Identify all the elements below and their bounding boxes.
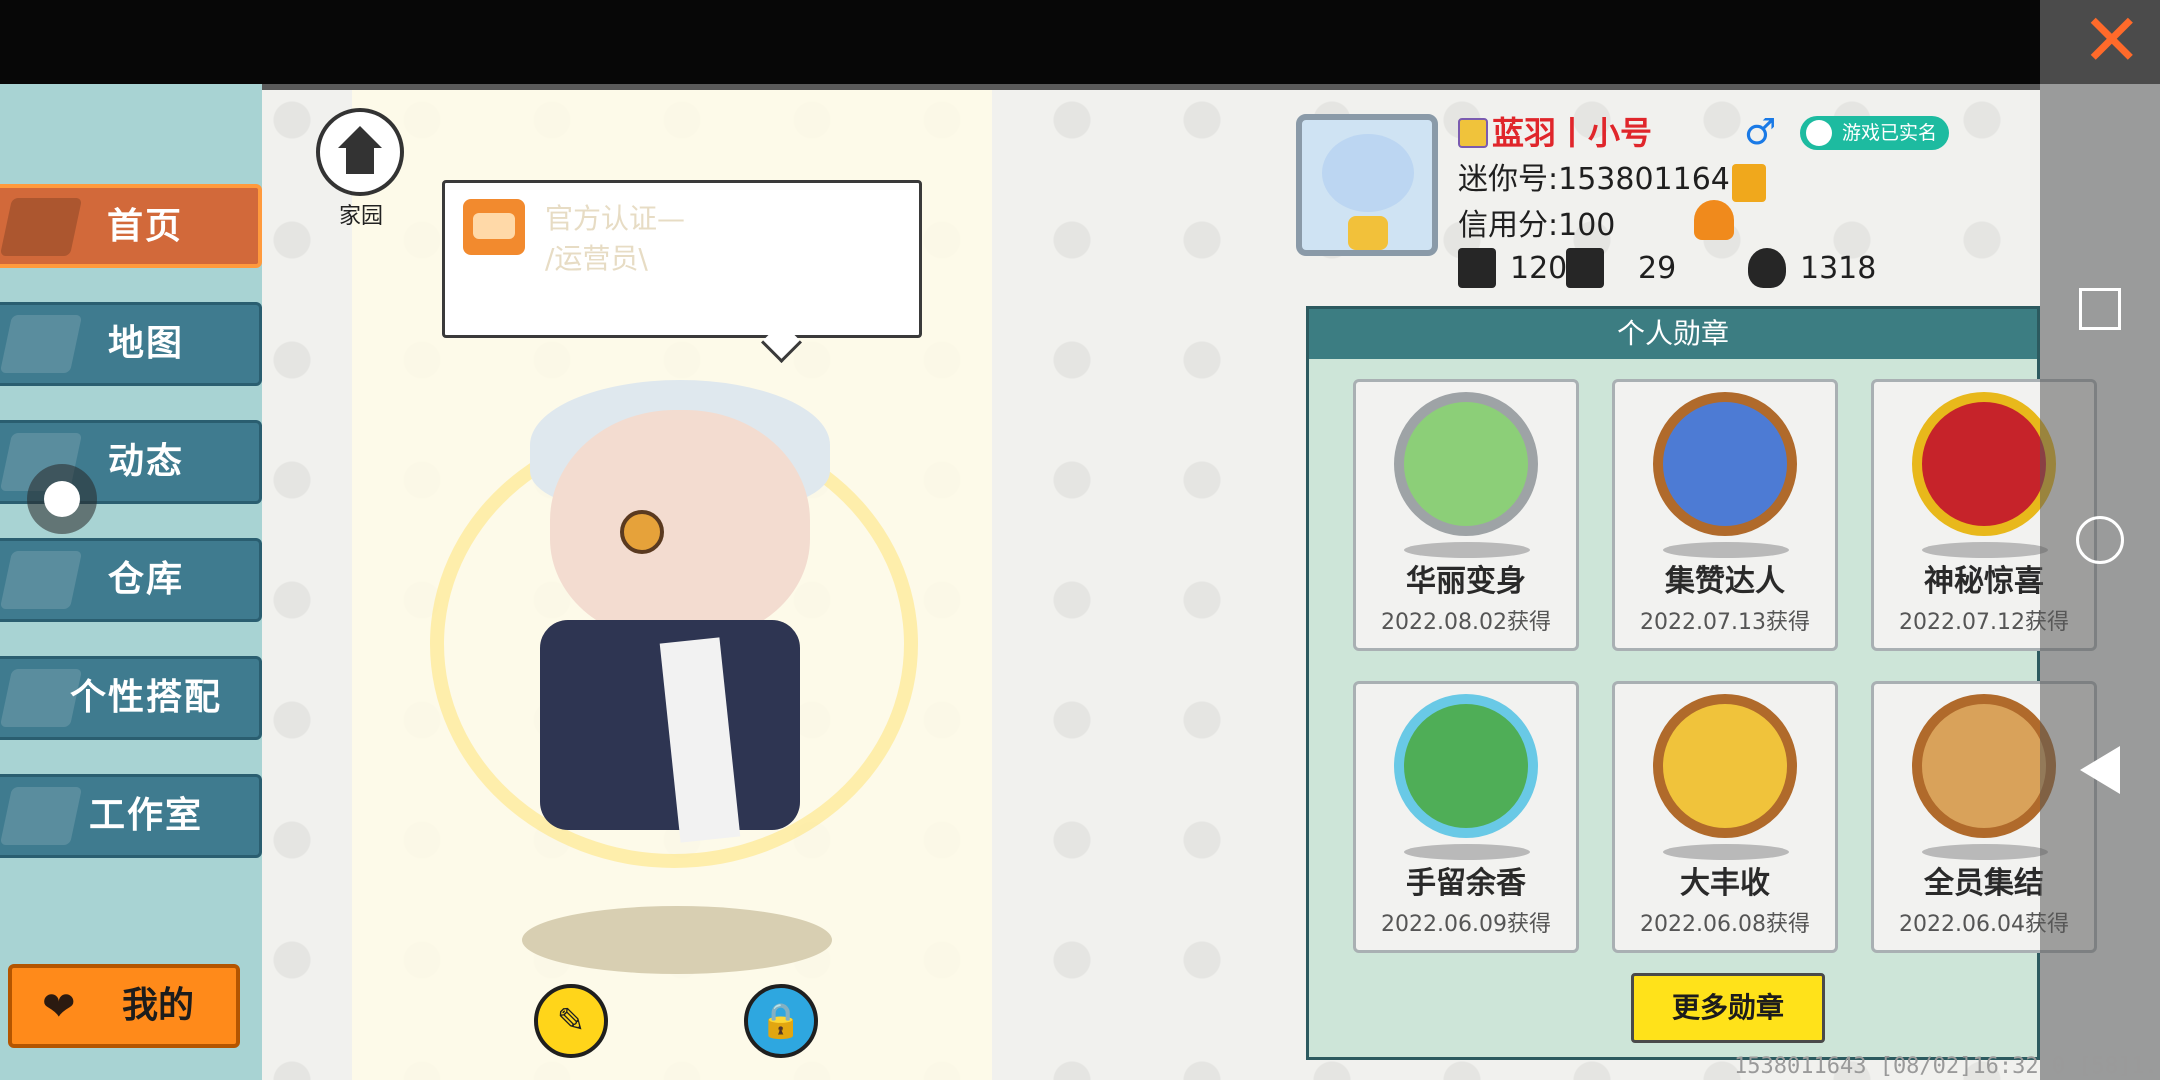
medal-icon: [1653, 694, 1797, 838]
heart-icon: ❤: [42, 984, 76, 1030]
medal-stand: [1663, 844, 1789, 860]
medal-icon: [1912, 694, 2056, 838]
profile-header: 蓝羽丨小号 ♂ 游戏已实名 迷你号:1538011643 信用分:100 120…: [1296, 106, 2040, 306]
sidebar-item-label: 地图: [107, 323, 184, 364]
copy-icon[interactable]: [1732, 164, 1766, 202]
home-button[interactable]: [316, 108, 404, 196]
home-button-label: 家园: [338, 204, 383, 229]
stat-value: 29: [1638, 251, 1677, 286]
home-system-icon[interactable]: [2076, 516, 2124, 564]
medal-stand: [1922, 844, 2048, 860]
house-icon: [338, 126, 382, 148]
sidebar: 首页 地图 动态 仓库 个性搭配 工作室: [0, 84, 262, 1080]
medal-icon: [1394, 392, 1538, 536]
medal-card[interactable]: 集赞达人 2022.07.13获得: [1612, 379, 1838, 651]
player-avatar[interactable]: [430, 340, 930, 900]
medal-icon: [1394, 694, 1538, 838]
medal-name: 集赞达人: [1665, 564, 1785, 599]
medal-panel: 个人勋章 华丽变身 2022.08.02获得 集赞达人 2022.07.13获得…: [1306, 306, 2097, 1060]
house-icon-body: [346, 148, 374, 174]
sidebar-item-outfit[interactable]: 个性搭配: [0, 656, 262, 740]
medal-panel-title: 个人勋章: [1309, 309, 2037, 359]
mini-id: 迷你号:1538011643: [1458, 162, 1749, 197]
avatar-eye: [620, 510, 664, 554]
sidebar-item-warehouse[interactable]: 仓库: [0, 538, 262, 622]
stat-value: 1318: [1800, 251, 1877, 286]
medal-stand: [1922, 542, 2048, 558]
medal-icon: [1912, 392, 2056, 536]
mine-button-label: 我的: [122, 985, 195, 1026]
medal-name: 手留余香: [1406, 866, 1526, 901]
sidebar-item-studio[interactable]: 工作室: [0, 774, 262, 858]
medal-date: 2022.06.09获得: [1381, 912, 1551, 937]
medal-name: 大丰收: [1680, 866, 1770, 901]
sidebar-item-label: 仓库: [107, 559, 184, 600]
sidebar-item-label: 工作室: [88, 795, 203, 836]
medal-stand: [1404, 844, 1530, 860]
medal-icon: [1653, 392, 1797, 536]
close-area[interactable]: ✕: [2040, 0, 2160, 84]
close-icon[interactable]: ✕: [2082, 4, 2142, 76]
medal-date: 2022.08.02获得: [1381, 610, 1551, 635]
verified-badge: 游戏已实名: [1800, 116, 1950, 150]
speech-bubble: 官方认证— /运营员\: [442, 180, 922, 338]
system-nav-bar: [2040, 84, 2160, 1080]
pencil-icon: ✎: [556, 1001, 586, 1041]
avatar-head: [550, 410, 810, 640]
medal-stand: [1404, 542, 1530, 558]
debug-footer: 1538011643 [08/02]16:32 0 [58]1.16.6: [1734, 1054, 2160, 1079]
friend-card-icon[interactable]: [1694, 200, 1734, 240]
edit-button[interactable]: ✎: [534, 984, 608, 1058]
sidebar-item-label: 个性搭配: [69, 677, 222, 718]
medal-date: 2022.06.08获得: [1640, 912, 1810, 937]
sidebar-item-label: 首页: [106, 206, 183, 247]
fans-icon: [1566, 248, 1604, 288]
floating-assist-button[interactable]: [27, 464, 97, 534]
lock-icon: 🔒: [759, 1001, 803, 1041]
sidebar-item-map[interactable]: 地图: [0, 302, 262, 386]
medal-name: 华丽变身: [1406, 564, 1526, 599]
flame-icon: [1748, 248, 1786, 288]
stat-value: 120: [1510, 251, 1568, 286]
medal-card[interactable]: 手留余香 2022.06.09获得: [1353, 681, 1579, 953]
mine-button[interactable]: ❤ 我的: [8, 964, 240, 1048]
back-icon[interactable]: [2080, 746, 2120, 794]
credit-score: 信用分:100: [1458, 208, 1616, 243]
top-bar: [0, 0, 2040, 90]
plus-icon: [1458, 248, 1496, 288]
medal-date: 2022.07.13获得: [1640, 610, 1810, 635]
male-icon: ♂: [1744, 112, 1777, 153]
sidebar-item-home[interactable]: 首页: [0, 184, 262, 268]
avatar-pedestal: [522, 906, 832, 974]
profile-portrait[interactable]: [1296, 114, 1438, 256]
medal-card[interactable]: 大丰收 2022.06.08获得: [1612, 681, 1838, 953]
medal-stand: [1663, 542, 1789, 558]
medal-card[interactable]: 华丽变身 2022.08.02获得: [1353, 379, 1579, 651]
more-medals-button[interactable]: 更多勋章: [1631, 973, 1825, 1043]
official-badge-icon: [463, 199, 525, 255]
rank-badge-icon: [1458, 118, 1488, 148]
speech-text: 官方认证— /运营员\: [545, 202, 686, 275]
nickname: 蓝羽丨小号: [1492, 114, 1653, 152]
lock-button[interactable]: 🔒: [744, 984, 818, 1058]
recent-apps-icon[interactable]: [2079, 288, 2121, 330]
